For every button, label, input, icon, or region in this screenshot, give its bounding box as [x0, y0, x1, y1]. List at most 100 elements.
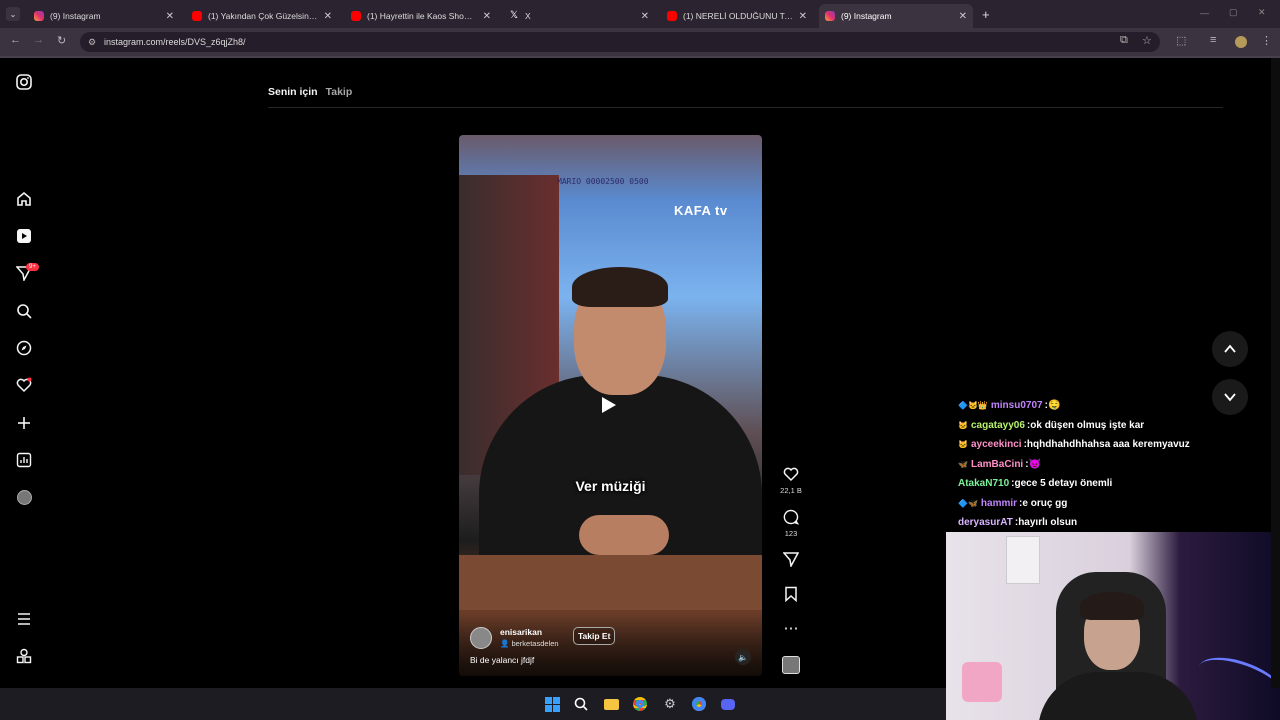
profile-avatar-icon[interactable] — [14, 487, 34, 507]
chat-username: ayceekinci — [970, 439, 1022, 451]
windows-start-icon[interactable] — [543, 695, 561, 713]
tab-youtube-1[interactable]: (1) Yakından Çok Güzelsiniz! | M ✕ — [186, 4, 338, 28]
taskbar-search-icon[interactable] — [572, 695, 590, 713]
chat-username: hammir — [980, 497, 1018, 509]
chat-message: 🔷🐱👑 minsu0707: 🤤 — [958, 396, 1278, 416]
kafatv-watermark: KAFA tv — [674, 203, 728, 218]
home-icon[interactable] — [14, 189, 34, 209]
maximize-icon[interactable]: ▢ — [1229, 7, 1238, 18]
x-icon: 𝕏 — [509, 10, 519, 21]
more-menu-icon[interactable] — [14, 609, 34, 629]
comment-action[interactable]: 123 — [778, 509, 804, 538]
file-explorer-icon[interactable] — [602, 695, 620, 713]
plush-toy — [962, 662, 1002, 702]
reel-caption[interactable]: Bi de yalancı jfdjf — [470, 655, 534, 665]
chat-text: 😈 — [1028, 458, 1041, 470]
author-avatar[interactable] — [470, 627, 492, 649]
previous-reel-button[interactable] — [1212, 331, 1248, 367]
comment-count: 123 — [784, 529, 798, 538]
tab-label: X — [525, 11, 531, 21]
tab-for-you[interactable]: Senin için — [268, 86, 318, 98]
tab-x[interactable]: 𝕏 X ✕ — [503, 4, 655, 28]
close-icon[interactable]: ✕ — [166, 11, 174, 22]
audio-thumbnail[interactable] — [782, 656, 800, 674]
dashboard-icon[interactable] — [14, 450, 34, 470]
volume-icon[interactable]: 🔈 — [735, 649, 751, 665]
save-action[interactable] — [778, 586, 804, 604]
reels-icon[interactable] — [14, 226, 34, 246]
bookmark-icon[interactable] — [778, 586, 804, 604]
new-tab-icon[interactable]: + — [982, 7, 990, 22]
share-action[interactable] — [778, 551, 804, 569]
window-close-icon[interactable]: ✕ — [1258, 7, 1266, 18]
chat-badge-icon: 🔷🐱👑 — [958, 401, 988, 411]
more-dots-icon[interactable]: ⋯ — [778, 620, 804, 638]
close-icon[interactable]: ✕ — [959, 11, 967, 22]
discord-icon[interactable] — [719, 695, 737, 713]
minimize-icon[interactable]: — — [1200, 8, 1209, 18]
profile-avatar[interactable] — [1235, 36, 1247, 48]
close-icon[interactable]: ✕ — [483, 11, 491, 22]
chrome-icon[interactable] — [631, 695, 649, 713]
chat-username: LamBaCini — [970, 458, 1024, 470]
url-bar[interactable]: ⚙ instagram.com/reels/DVS_z6qjZh8/ — [80, 32, 1160, 52]
youtube-icon — [667, 11, 677, 21]
notifications-heart-icon[interactable] — [14, 375, 34, 395]
tab-label: (9) Instagram — [50, 11, 101, 21]
close-icon[interactable]: ✕ — [324, 11, 332, 22]
youtube-icon — [192, 11, 202, 21]
heart-icon[interactable] — [778, 466, 804, 484]
chat-message: 🦋 LamBaCini: 😈 — [958, 455, 1278, 475]
author-username[interactable]: enisarikan — [500, 627, 542, 637]
chat-text: gece 5 detayı önemli — [1014, 478, 1113, 490]
close-icon[interactable]: ✕ — [641, 11, 649, 22]
create-plus-icon[interactable] — [14, 413, 34, 433]
also-from-meta-icon[interactable] — [14, 646, 34, 666]
url-text: instagram.com/reels/DVS_z6qjZh8/ — [104, 37, 246, 47]
tab-search-icon[interactable]: ⌄ — [6, 7, 20, 21]
tab-youtube-2[interactable]: (1) Hayrettin ile Kaos Show - 2 ✕ — [345, 4, 497, 28]
browser-menu-icon[interactable]: ⋮ — [1261, 34, 1272, 47]
more-options-action[interactable]: ⋯ — [778, 620, 804, 638]
chat-badge-icon: 🐱 — [958, 420, 968, 430]
tab-instagram-1[interactable]: (9) Instagram ✕ — [28, 4, 180, 28]
tab-instagram-active[interactable]: (9) Instagram ✕ — [819, 4, 973, 28]
feed-divider — [268, 107, 1223, 108]
like-action[interactable]: 22,1 B — [778, 466, 804, 495]
chrome-active-icon[interactable] — [690, 695, 708, 713]
site-info-icon[interactable]: ⚙ — [88, 37, 96, 48]
like-count: 22,1 B — [780, 486, 802, 495]
stream-chat-overlay: 🔷🐱👑 minsu0707: 🤤 🐱 cagatayy06: ok düşen olm… — [958, 396, 1278, 533]
close-icon[interactable]: ✕ — [799, 11, 807, 22]
chat-message: AtakaN710: gece 5 detayı önemli — [958, 474, 1278, 494]
video-person-hands — [579, 515, 669, 555]
play-icon[interactable] — [602, 397, 616, 413]
search-icon[interactable] — [14, 301, 34, 321]
instagram-icon — [825, 11, 835, 21]
collaborator-username[interactable]: 👤 berketasdelen — [500, 639, 559, 648]
back-icon[interactable]: ← — [10, 34, 21, 46]
collaborator-label: berketasdelen — [511, 639, 559, 648]
streamer-hair — [1080, 592, 1144, 620]
tab-following[interactable]: Takip — [326, 86, 353, 98]
comment-icon[interactable] — [778, 509, 804, 527]
share-icon[interactable] — [778, 551, 804, 569]
reel-video[interactable]: MARIO 00002500 0500 KAFA tv Ver müziği e… — [459, 135, 762, 676]
app-icon[interactable]: ⚙ — [661, 695, 679, 713]
tab-youtube-3[interactable]: (1) NERELİ OLDUĞUNU TAHMİ ✕ — [661, 4, 813, 28]
page-scrollbar[interactable] — [1271, 58, 1280, 688]
chat-message: deryasurAT: hayırlı olsun — [958, 513, 1278, 533]
reload-icon[interactable]: ↻ — [57, 34, 66, 47]
explore-compass-icon[interactable] — [14, 338, 34, 358]
extensions-icon[interactable]: ⬚ — [1176, 34, 1186, 47]
bookmark-star-icon[interactable]: ☆ — [1142, 34, 1152, 47]
forward-icon[interactable]: → — [33, 34, 44, 46]
instagram-logo-icon[interactable] — [14, 72, 34, 92]
youtube-icon — [351, 11, 361, 21]
instagram-icon — [34, 11, 44, 21]
chat-text: 🤤 — [1047, 400, 1061, 412]
follow-button[interactable]: Takip Et — [573, 627, 616, 645]
install-app-icon[interactable]: ⧉ — [1120, 34, 1128, 47]
person-icon: 👤 — [500, 639, 512, 648]
media-control-icon[interactable]: ≡ — [1210, 34, 1216, 46]
